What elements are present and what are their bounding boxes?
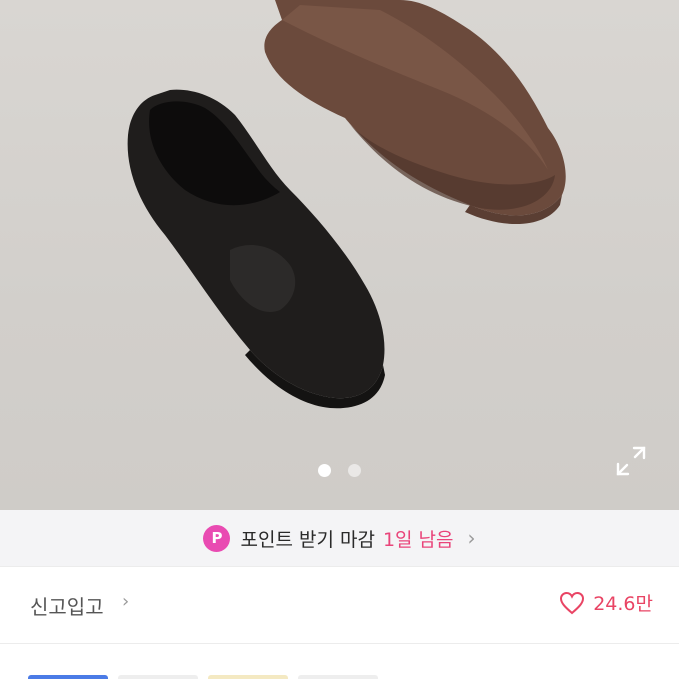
expand-icon[interactable] xyxy=(614,444,648,478)
point-badge-icon: P xyxy=(203,524,231,552)
divider xyxy=(0,643,679,644)
product-image[interactable] xyxy=(0,0,679,510)
carousel-dot-2[interactable] xyxy=(348,463,361,477)
chevron-right-icon[interactable]: › xyxy=(122,591,129,612)
heart-icon xyxy=(560,591,585,614)
like-count: 24.6만 xyxy=(593,593,653,615)
point-banner-text: 포인트 받기 마감 xyxy=(240,528,375,551)
tag-chip-2[interactable] xyxy=(118,675,198,679)
carousel-dot-1[interactable] xyxy=(318,463,331,477)
tag-chip-1[interactable] xyxy=(28,675,108,679)
chevron-right-icon: › xyxy=(467,526,476,550)
tag-chip-3[interactable] xyxy=(208,675,288,679)
product-meta-row: 신고입고 › 24.6만 xyxy=(0,567,679,643)
like-button[interactable]: 24.6만 xyxy=(559,589,653,616)
tag-chip-4[interactable] xyxy=(298,675,378,679)
carousel-indicator xyxy=(0,463,679,477)
point-days-left: 1일 남음 xyxy=(382,528,454,551)
tag-chips xyxy=(28,675,378,679)
condition-label[interactable]: 신고입고 xyxy=(30,591,104,620)
point-deadline-banner[interactable]: P 포인트 받기 마감 1일 남음 › xyxy=(0,510,679,566)
shoes-photo xyxy=(127,0,566,409)
